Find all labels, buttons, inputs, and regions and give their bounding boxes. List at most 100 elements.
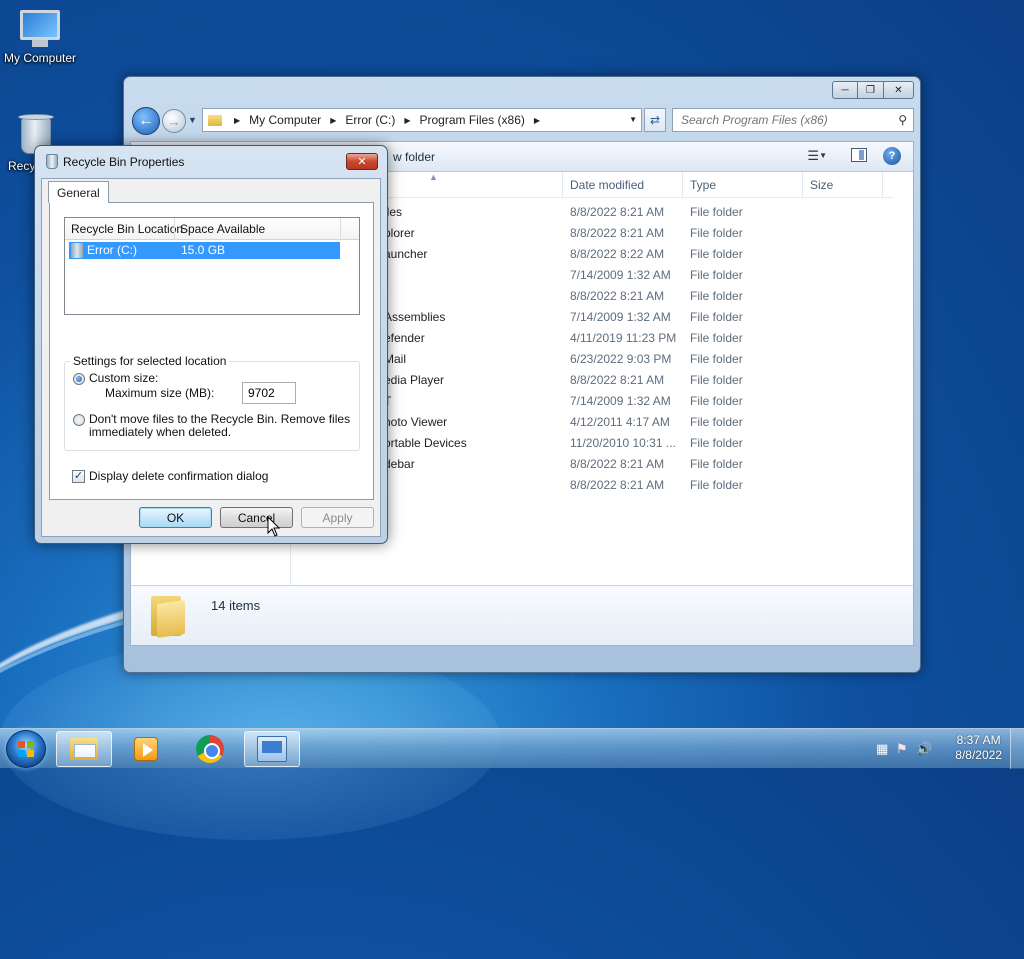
chrome-icon — [196, 735, 224, 763]
column-separator — [174, 218, 175, 240]
dont-move-files-label-line2[interactable]: immediately when deleted. — [89, 426, 231, 439]
column-header-date-modified[interactable]: Date modified — [570, 178, 644, 192]
row-date: 8/8/2022 8:21 AM — [570, 478, 665, 492]
row-date: 8/8/2022 8:21 AM — [570, 205, 665, 219]
minimize-icon: ─ — [841, 84, 849, 96]
clock[interactable]: 8:37 AM 8/8/2022 — [955, 733, 1002, 763]
new-folder-button[interactable]: w folder — [393, 150, 435, 164]
breadcrumb-program-files[interactable]: Program Files (x86) — [417, 113, 528, 127]
row-type: File folder — [690, 331, 743, 345]
search-input[interactable] — [679, 112, 889, 128]
arrow-left-icon: ← — [138, 112, 154, 129]
row-type: File folder — [690, 205, 743, 219]
taskbar-media-player-button[interactable] — [118, 731, 174, 767]
row-type: File folder — [690, 226, 743, 240]
row-date: 7/14/2009 1:32 AM — [570, 310, 671, 324]
chevron-right-icon[interactable]: ▶ — [398, 116, 416, 125]
search-box[interactable]: ⚲ — [672, 108, 914, 132]
tab-general[interactable]: General — [48, 181, 109, 203]
breadcrumb-my-computer[interactable]: My Computer — [246, 113, 324, 127]
column-header-type[interactable]: Type — [690, 178, 716, 192]
taskbar-explorer-button[interactable] — [56, 731, 112, 767]
sort-ascending-icon: ▲ — [429, 172, 438, 182]
row-name: auncher — [384, 247, 428, 261]
action-center-flag-icon[interactable]: ⚑ — [896, 741, 908, 757]
view-details-icon[interactable]: ☰ — [807, 148, 819, 164]
computer-icon — [18, 10, 62, 48]
maximize-button[interactable]: ❐ — [858, 81, 884, 99]
dialog-body: General Recycle Bin Location Space Avail… — [41, 178, 381, 537]
ok-button[interactable]: OK — [139, 507, 212, 528]
row-name: edia Player — [384, 373, 445, 387]
system-tray: ▦ ⚑ 🔊 8:37 AM 8/8/2022 — [854, 729, 1024, 769]
dialog-close-button[interactable]: ✕ — [346, 153, 378, 170]
row-name: hoto Viewer — [384, 415, 448, 429]
list-item[interactable]: Error (C:) 15.0 GB — [69, 242, 340, 259]
custom-size-label[interactable]: Custom size: — [89, 372, 158, 385]
chevron-right-icon[interactable]: ▶ — [228, 116, 246, 125]
recycle-bin-location-list[interactable]: Recycle Bin Location Space Available Err… — [64, 217, 360, 315]
taskbar: ▦ ⚑ 🔊 8:37 AM 8/8/2022 — [0, 728, 1024, 769]
preview-pane-button[interactable] — [851, 148, 867, 162]
dialog-title: Recycle Bin Properties — [63, 155, 185, 169]
back-button[interactable]: ← — [132, 107, 160, 135]
details-pane: 14 items — [131, 585, 913, 645]
column-header-size[interactable]: Size — [810, 178, 833, 192]
address-dropdown-icon[interactable]: ▼ — [629, 115, 637, 124]
close-button[interactable]: ✕ — [884, 81, 914, 99]
show-desktop-button[interactable] — [1010, 729, 1024, 769]
column-separator — [682, 172, 683, 198]
minimize-button[interactable]: ─ — [832, 81, 858, 99]
recent-pages-dropdown[interactable]: ▼ — [188, 115, 197, 125]
dont-move-files-radio[interactable] — [73, 414, 85, 426]
row-date: 8/8/2022 8:21 AM — [570, 457, 665, 471]
row-date: 6/23/2022 9:03 PM — [570, 352, 672, 366]
tab-panel-general: Recycle Bin Location Space Available Err… — [49, 202, 374, 500]
max-size-input[interactable] — [242, 382, 296, 404]
apply-button[interactable]: Apply — [301, 507, 374, 528]
clock-time: 8:37 AM — [956, 733, 1001, 747]
network-monitor-icon — [257, 736, 287, 762]
row-type: File folder — [690, 478, 743, 492]
desktop-icon-my-computer[interactable]: My Computer — [0, 10, 80, 65]
delete-confirmation-label[interactable]: Display delete confirmation dialog — [89, 470, 268, 483]
restore-icon: ❐ — [866, 84, 875, 96]
help-icon[interactable]: ? — [883, 147, 901, 165]
row-date: 8/8/2022 8:21 AM — [570, 226, 665, 240]
breadcrumb-drive[interactable]: Error (C:) — [342, 113, 398, 127]
chevron-right-icon[interactable]: ▶ — [324, 116, 342, 125]
taskbar-network-button[interactable] — [244, 731, 300, 767]
row-type: File folder — [690, 415, 743, 429]
item-count: 14 items — [211, 598, 261, 613]
forward-button[interactable]: → — [162, 109, 186, 133]
clock-date: 8/8/2022 — [955, 748, 1002, 762]
list-item-location: Error (C:) — [87, 243, 137, 257]
volume-icon[interactable]: 🔊 — [916, 741, 932, 757]
navigation-bar: ← → ▼ ▶ My Computer ▶ Error (C:) ▶ Progr… — [130, 105, 914, 137]
recycle-bin-properties-dialog: Recycle Bin Properties ✕ General Recycle… — [34, 145, 388, 544]
folder-icon — [151, 594, 185, 638]
delete-confirmation-checkbox[interactable]: ✓ — [72, 470, 85, 483]
refresh-button[interactable]: ⇄ — [644, 108, 666, 132]
row-type: File folder — [690, 436, 743, 450]
close-icon: ✕ — [357, 156, 367, 168]
row-type: File folder — [690, 289, 743, 303]
column-header-space[interactable]: Space Available — [180, 222, 265, 236]
taskbar-chrome-button[interactable] — [182, 731, 238, 767]
folder-icon — [70, 738, 98, 760]
column-separator — [562, 172, 563, 198]
row-type: File folder — [690, 352, 743, 366]
cancel-button[interactable]: Cancel — [220, 507, 293, 528]
view-options-dropdown-icon[interactable]: ▼ — [819, 151, 827, 160]
column-header-location[interactable]: Recycle Bin Location — [71, 222, 183, 236]
start-button[interactable] — [6, 730, 46, 768]
address-bar[interactable]: ▶ My Computer ▶ Error (C:) ▶ Program Fil… — [202, 108, 642, 132]
chevron-right-icon[interactable]: ▶ — [528, 116, 546, 125]
folder-icon — [208, 114, 222, 126]
drive-icon — [71, 243, 83, 258]
custom-size-radio[interactable] — [73, 373, 85, 385]
search-icon[interactable]: ⚲ — [898, 113, 907, 127]
network-icon[interactable]: ▦ — [876, 741, 888, 757]
row-type: File folder — [690, 373, 743, 387]
row-type: File folder — [690, 268, 743, 282]
